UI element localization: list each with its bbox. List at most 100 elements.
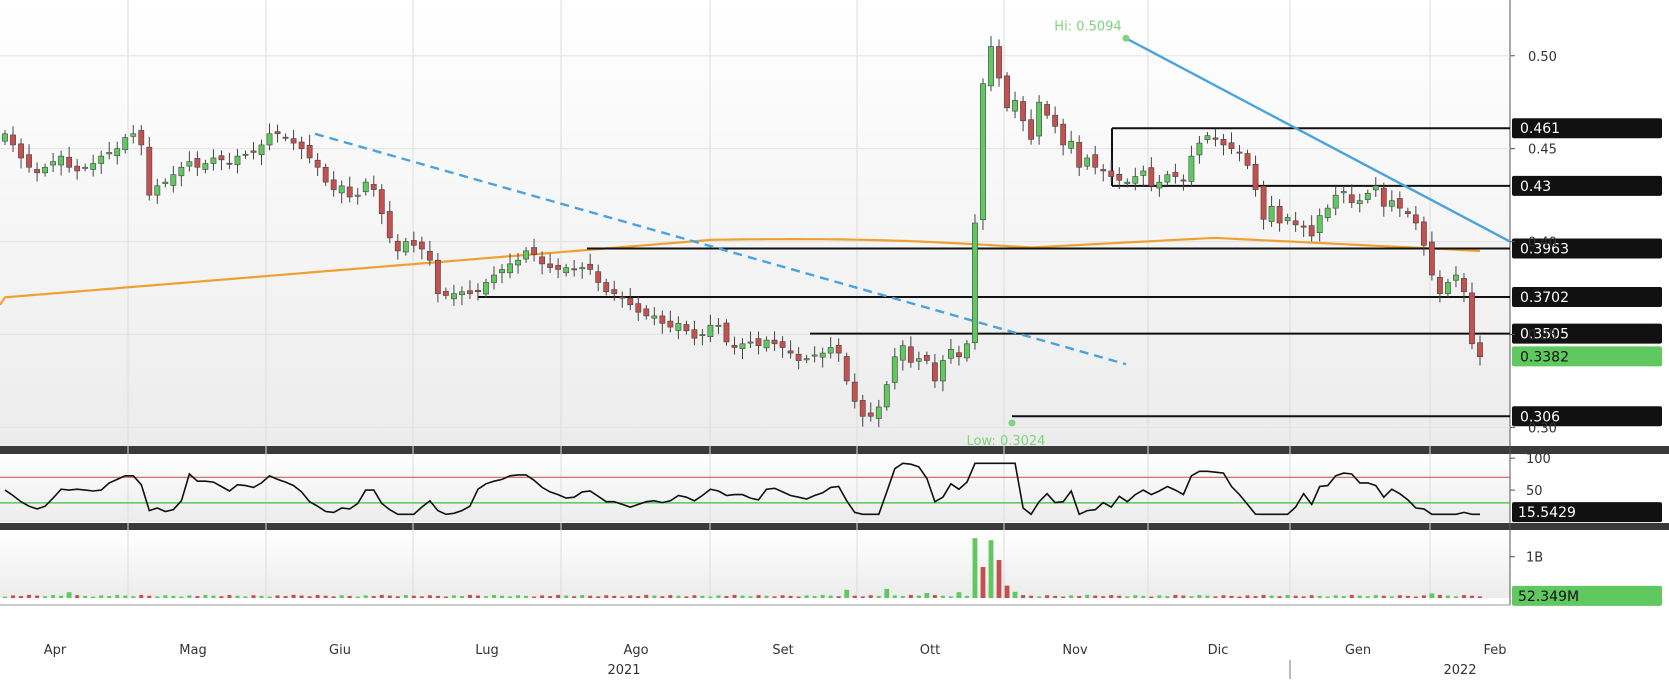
volume-bar (35, 595, 40, 598)
year-label-2022: 2022 (1443, 663, 1476, 678)
candle-body (1068, 140, 1075, 149)
volume-bar (155, 596, 160, 598)
price-tick-label: 0.30 (1528, 421, 1557, 436)
candle-body (683, 324, 690, 332)
candle-body (1477, 342, 1483, 358)
volume-bar (1365, 596, 1370, 598)
volume-spike-bar (988, 540, 994, 598)
volume-bar (1165, 596, 1170, 598)
candle-body (803, 358, 810, 361)
volume-bar (756, 595, 761, 598)
candle-body (1453, 274, 1459, 281)
candle-body (1084, 157, 1091, 167)
candle-body (1260, 185, 1267, 220)
volume-current-label: 52.349M (1518, 589, 1579, 605)
candle-body (242, 153, 249, 156)
candle-body (587, 263, 594, 270)
candle-body (234, 155, 241, 165)
price-tick-label: 0.40 (1528, 236, 1557, 251)
volume-bar (1301, 596, 1306, 598)
volume-bar (123, 595, 128, 598)
candle-body (699, 334, 706, 337)
volume-bar (43, 596, 48, 598)
candle-body (1324, 207, 1331, 219)
volume-bar (628, 595, 633, 598)
volume-bar (652, 595, 657, 598)
volume-bar (532, 596, 537, 598)
volume-spike-bar (1012, 591, 1018, 598)
volume-bar (251, 595, 256, 598)
volume-bar (596, 596, 601, 598)
volume-bar (1197, 595, 1202, 598)
candle-body (579, 267, 586, 270)
volume-bar (91, 596, 96, 598)
candle-body (1148, 167, 1155, 187)
volume-bar (1037, 596, 1042, 598)
volume-bar (932, 595, 937, 598)
candle-body (34, 169, 40, 174)
candle-body (835, 344, 842, 354)
volume-bar (556, 594, 561, 598)
volume-bar (355, 596, 360, 598)
volume-bar (275, 595, 280, 598)
price-tick-label: 0.50 (1528, 50, 1557, 65)
candle-body (1268, 205, 1275, 222)
volume-bar (339, 595, 344, 598)
volume-bar (1269, 595, 1274, 598)
volume-bar (347, 595, 352, 598)
volume-bar (732, 594, 737, 598)
volume-bar (1125, 596, 1130, 598)
candle-body (1092, 154, 1099, 168)
candle-body (891, 356, 898, 383)
volume-bar (1053, 595, 1058, 598)
volume-bar (1253, 596, 1258, 598)
volume-bar (1325, 596, 1330, 598)
volume-bar (500, 595, 505, 598)
volume-bar (171, 595, 176, 598)
volume-bar (828, 595, 833, 598)
volume-bar (107, 596, 112, 598)
volume-bar (1157, 595, 1162, 598)
volume-bar (291, 594, 296, 598)
volume-bar (1469, 595, 1474, 598)
candle-body (619, 296, 626, 299)
volume-bar (195, 596, 200, 598)
candle-body (386, 211, 393, 239)
volume-bar (243, 596, 248, 598)
candle-body (1388, 200, 1395, 207)
candle-body (1036, 101, 1043, 137)
volume-bar (876, 595, 881, 598)
candle-body (1100, 169, 1107, 172)
volume-bar (524, 595, 529, 598)
candle-body (1380, 187, 1387, 207)
volume-bar (11, 595, 16, 598)
volume-bar (1149, 596, 1154, 598)
volume-spike-bar (884, 588, 890, 598)
volume-bar (211, 595, 216, 598)
volume-bar (75, 595, 80, 598)
volume-bar (1061, 596, 1066, 598)
candle-body (507, 263, 513, 274)
volume-bar (371, 596, 376, 598)
volume-bar (299, 595, 304, 598)
candle-body (74, 165, 81, 172)
volume-bar (315, 595, 320, 598)
volume-bar (475, 595, 480, 598)
volume-bar (1461, 595, 1466, 598)
candle-body (1028, 119, 1034, 140)
volume-bar (668, 595, 673, 598)
volume-bar (267, 596, 272, 598)
level-label: 0.461 (1520, 121, 1560, 137)
candle-body (723, 322, 730, 343)
pane-bg (0, 530, 1510, 598)
volume-bar (804, 595, 809, 598)
candle-body (58, 155, 65, 166)
volume-bar (395, 596, 400, 598)
candle-body (843, 356, 850, 382)
candle-body (122, 137, 129, 151)
volume-bar (1117, 595, 1122, 598)
volume-bar (163, 595, 168, 598)
candle-body (1124, 181, 1131, 184)
volume-bar (788, 595, 793, 598)
volume-bar (1478, 596, 1482, 598)
